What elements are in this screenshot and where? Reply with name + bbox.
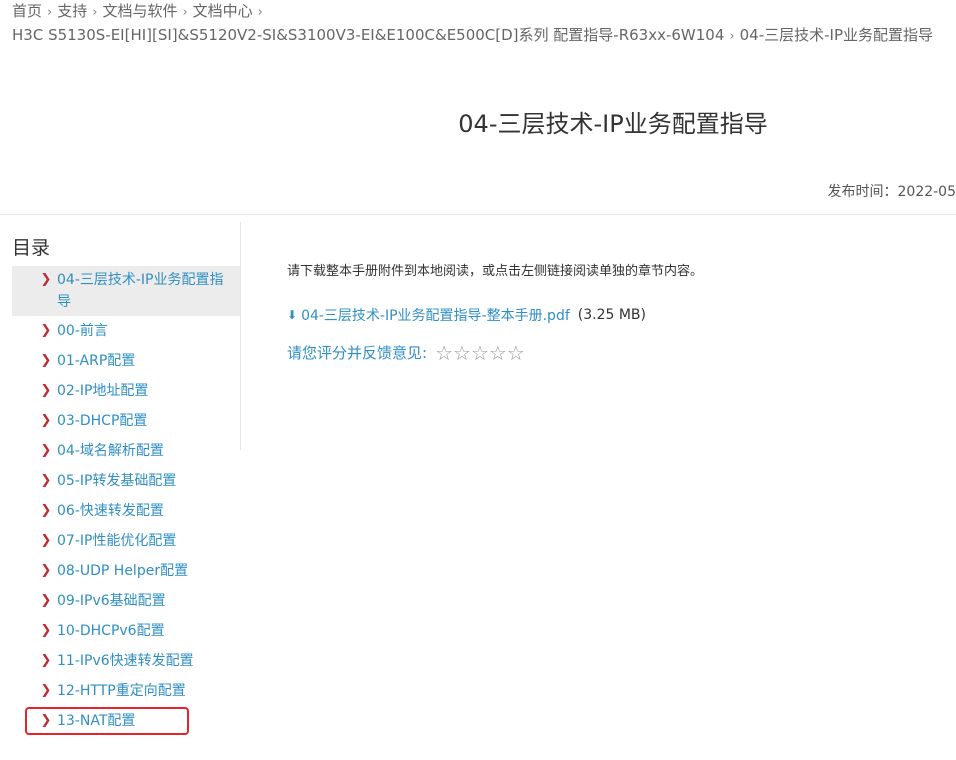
file-size: (3.25 MB) bbox=[577, 307, 646, 323]
toc-item[interactable]: ❯ 06-快速转发配置 bbox=[12, 496, 240, 526]
download-row: ⬇ 04-三层技术-IP业务配置指导-整本手册.pdf (3.25 MB) bbox=[287, 305, 646, 325]
page-title: 04-三层技术-IP业务配置指导 bbox=[458, 110, 768, 138]
toc-item-label: 02-IP地址配置 bbox=[57, 383, 149, 399]
toc-item[interactable]: ❯ 04-域名解析配置 bbox=[12, 436, 240, 466]
toc-item[interactable]: ❯ 07-IP性能优化配置 bbox=[12, 526, 240, 556]
breadcrumb-home[interactable]: 首页 bbox=[12, 2, 42, 20]
toc-item-label: 09-IPv6基础配置 bbox=[57, 593, 166, 609]
toc-item-label: 00-前言 bbox=[57, 323, 108, 339]
toc-item-label: 11-IPv6快速转发配置 bbox=[57, 653, 194, 669]
toc-item[interactable]: ❯ 09-IPv6基础配置 bbox=[12, 586, 240, 616]
toc-item[interactable]: ❯ 01-ARP配置 bbox=[12, 346, 240, 376]
chevron-right-icon: ❯ bbox=[40, 623, 52, 638]
star-outline-icon[interactable]: ☆ bbox=[435, 343, 453, 363]
chevron-right-icon: ❯ bbox=[40, 563, 52, 578]
breadcrumb-separator: › bbox=[729, 29, 735, 44]
toc-item-label: 08-UDP Helper配置 bbox=[57, 563, 189, 579]
chevron-right-icon: ❯ bbox=[40, 323, 52, 338]
chevron-right-icon: ❯ bbox=[40, 272, 52, 287]
toc-list: ❯ 04-三层技术-IP业务配置指导 ❯ 00-前言 ❯ 01-ARP配置 ❯ 02-I… bbox=[12, 266, 240, 736]
chevron-right-icon: ❯ bbox=[40, 353, 52, 368]
star-outline-icon[interactable]: ☆ bbox=[453, 343, 471, 363]
divider bbox=[0, 214, 956, 215]
breadcrumb-current: 04-三层技术-IP业务配置指导 bbox=[739, 26, 933, 44]
chevron-right-icon: ❯ bbox=[40, 473, 52, 488]
toc-item-label: 04-域名解析配置 bbox=[57, 443, 164, 459]
toc-title: 目录 bbox=[12, 237, 51, 259]
chevron-right-icon: ❯ bbox=[40, 383, 52, 398]
breadcrumb-manual-series[interactable]: H3C S5130S-EI[HI][SI]&S5120V2-SI&S3100V3… bbox=[12, 26, 724, 44]
rating-row: 请您评分并反馈意见: ☆ ☆ ☆ ☆ ☆ bbox=[287, 342, 525, 363]
toc-item[interactable]: ❯ 08-UDP Helper配置 bbox=[12, 556, 240, 586]
publish-date: 发布时间：2022-05 bbox=[827, 184, 956, 200]
toc-item[interactable]: ❯ 11-IPv6快速转发配置 bbox=[12, 646, 240, 676]
intro-text: 请下载整本手册附件到本地阅读，或点击左侧链接阅读单独的章节内容。 bbox=[287, 264, 704, 279]
toc-item-label: 06-快速转发配置 bbox=[57, 503, 164, 519]
toc-item-label: 12-HTTP重定向配置 bbox=[57, 683, 186, 699]
highlight-box bbox=[25, 707, 189, 735]
toc-item[interactable]: ❯ 03-DHCP配置 bbox=[12, 406, 240, 436]
toc-item[interactable]: ❯ 02-IP地址配置 bbox=[12, 376, 240, 406]
toc-item[interactable]: ❯ 00-前言 bbox=[12, 316, 240, 346]
chevron-right-icon: ❯ bbox=[40, 413, 52, 428]
star-outline-icon[interactable]: ☆ bbox=[507, 343, 525, 363]
chevron-right-icon: ❯ bbox=[40, 503, 52, 518]
breadcrumb-separator: › bbox=[47, 5, 53, 20]
toc-item-label: 01-ARP配置 bbox=[57, 353, 136, 369]
breadcrumb-docs-software[interactable]: 文档与软件 bbox=[102, 2, 177, 20]
toc-item-active[interactable]: ❯ 04-三层技术-IP业务配置指导 bbox=[12, 266, 240, 316]
rating-label: 请您评分并反馈意见: bbox=[287, 344, 428, 362]
toc-item-label: 04-三层技术-IP业务配置指导 bbox=[57, 272, 224, 310]
toc-item-label: 05-IP转发基础配置 bbox=[57, 473, 177, 489]
toc-divider bbox=[240, 222, 241, 450]
toc-item[interactable]: ❯ 05-IP转发基础配置 bbox=[12, 466, 240, 496]
breadcrumb: 首页 › 支持 › 文档与软件 › 文档中心 › H3C S5130S-EI[HI][SI]&S… bbox=[12, 0, 956, 48]
chevron-right-icon: ❯ bbox=[40, 653, 52, 668]
breadcrumb-doc-center[interactable]: 文档中心 bbox=[193, 2, 253, 20]
breadcrumb-support[interactable]: 支持 bbox=[57, 2, 87, 20]
chevron-right-icon: ❯ bbox=[40, 593, 52, 608]
rating-stars: ☆ ☆ ☆ ☆ ☆ bbox=[435, 343, 525, 363]
download-icon: ⬇ bbox=[287, 308, 298, 322]
toc-item[interactable]: ❯ 10-DHCPv6配置 bbox=[12, 616, 240, 646]
toc-item-label: 07-IP性能优化配置 bbox=[57, 533, 177, 549]
breadcrumb-separator: › bbox=[182, 5, 188, 20]
chevron-right-icon: ❯ bbox=[40, 443, 52, 458]
download-link[interactable]: 04-三层技术-IP业务配置指导-整本手册.pdf bbox=[301, 305, 570, 325]
breadcrumb-separator: › bbox=[257, 5, 263, 20]
breadcrumb-separator: › bbox=[92, 5, 98, 20]
chevron-right-icon: ❯ bbox=[40, 683, 52, 698]
toc-item-label: 10-DHCPv6配置 bbox=[57, 623, 165, 639]
toc-item[interactable]: ❯ 12-HTTP重定向配置 bbox=[12, 676, 240, 706]
star-outline-icon[interactable]: ☆ bbox=[489, 343, 507, 363]
chevron-right-icon: ❯ bbox=[40, 533, 52, 548]
star-outline-icon[interactable]: ☆ bbox=[471, 343, 489, 363]
toc-item-label: 03-DHCP配置 bbox=[57, 413, 148, 429]
